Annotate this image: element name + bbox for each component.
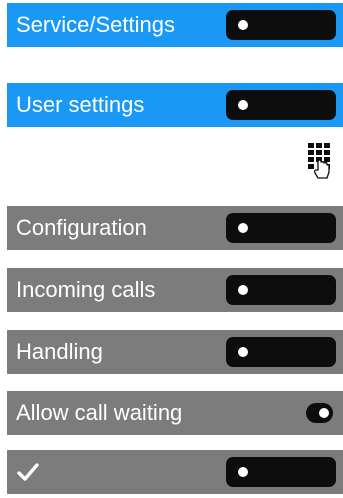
menu-handling[interactable]: Handling — [7, 330, 343, 374]
configuration-label: Configuration — [16, 215, 147, 240]
key-dot — [238, 347, 248, 357]
service-settings-label: Service/Settings — [16, 12, 175, 37]
menu-service-settings[interactable]: Service/Settings — [7, 3, 343, 47]
keypad-hand-icon — [308, 143, 330, 179]
user-settings-key[interactable] — [226, 90, 336, 120]
configuration-key[interactable] — [226, 213, 336, 243]
toggle-knob — [319, 408, 329, 418]
key-dot — [238, 100, 248, 110]
confirm-key[interactable] — [226, 457, 336, 487]
allow-call-waiting-label: Allow call waiting — [16, 400, 183, 425]
menu-incoming-calls[interactable]: Incoming calls — [7, 268, 343, 312]
service-settings-key[interactable] — [226, 10, 336, 40]
handling-label: Handling — [16, 339, 103, 364]
call-waiting-toggle[interactable] — [306, 403, 333, 423]
incoming-calls-key[interactable] — [226, 275, 336, 305]
user-settings-label: User settings — [16, 92, 145, 117]
key-dot — [238, 223, 248, 233]
key-dot — [238, 467, 248, 477]
key-dot — [238, 285, 248, 295]
handling-key[interactable] — [226, 337, 336, 367]
incoming-calls-label: Incoming calls — [16, 277, 156, 302]
menu-user-settings[interactable]: User settings — [7, 83, 343, 127]
menu-confirm[interactable] — [7, 450, 343, 494]
checkmark-icon — [17, 463, 39, 481]
key-dot — [238, 20, 248, 30]
menu-configuration[interactable]: Configuration — [7, 206, 343, 250]
menu-allow-call-waiting[interactable]: Allow call waiting — [7, 391, 343, 435]
